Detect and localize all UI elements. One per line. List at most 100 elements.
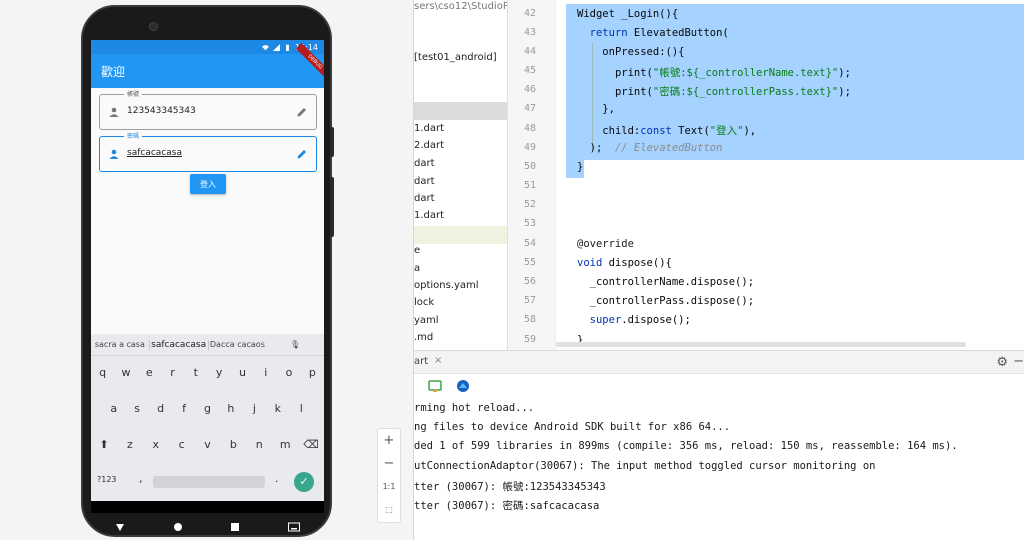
line-gutter: 42 43 44 45 46 47 48 49 50 51 52 53 54 5…	[508, 0, 556, 350]
line-number: 43	[523, 27, 536, 38]
tree-item[interactable]: dart	[414, 158, 435, 169]
tree-item[interactable]: .md	[414, 332, 433, 343]
tree-item[interactable]: 1.dart	[414, 123, 444, 134]
tree-item[interactable]: yaml	[414, 315, 439, 326]
edit-icon[interactable]	[296, 148, 308, 160]
account-value: 123543345343	[127, 106, 196, 116]
key[interactable]: m	[272, 438, 298, 451]
comma-key[interactable]: ,	[139, 472, 143, 485]
devtools-icon[interactable]	[456, 379, 470, 393]
suggestion-strip: sacra a casa safcacacasa Dacca cacaos 🎙	[91, 334, 324, 356]
tree-item[interactable]: dart	[414, 176, 435, 187]
period-key[interactable]: .	[275, 472, 279, 485]
suggestion-item[interactable]: sacra a casa	[91, 340, 149, 349]
key[interactable]: c	[169, 438, 195, 451]
line-number: 51	[523, 180, 536, 191]
key[interactable]: v	[195, 438, 221, 451]
zoom-out-button[interactable]: −	[378, 452, 400, 475]
status-bar: 14:14	[91, 40, 324, 54]
tree-item[interactable]: a	[414, 263, 420, 274]
code-line-55: void dispose(){	[577, 257, 672, 269]
tree-item[interactable]: [test01_android]	[414, 52, 497, 63]
key[interactable]: u	[231, 366, 254, 379]
suggestion-item[interactable]: Dacca cacaos	[209, 340, 267, 349]
soft-keyboard: sacra a casa safcacacasa Dacca cacaos 🎙 …	[91, 334, 324, 501]
zoom-in-button[interactable]: +	[378, 429, 400, 452]
suggestion-item[interactable]: safcacacasa	[148, 339, 209, 350]
key[interactable]: l	[290, 402, 313, 415]
close-icon[interactable]: ×	[434, 355, 442, 366]
key[interactable]: a	[102, 402, 125, 415]
keyboard-icon[interactable]	[288, 522, 301, 532]
key[interactable]: d	[149, 402, 172, 415]
backspace-icon[interactable]: ⌫	[298, 438, 324, 451]
gear-icon[interactable]: ⚙	[996, 355, 1008, 370]
code-line-56: _controllerName.dispose();	[589, 276, 755, 288]
line-number: 54	[523, 238, 536, 249]
fit-screen-icon[interactable]: ⬚	[378, 498, 400, 521]
tree-item[interactable]: e	[414, 245, 420, 256]
hot-reload-icon[interactable]	[428, 379, 442, 393]
editor-horizontal-scrollbar[interactable]	[556, 342, 966, 347]
key[interactable]: i	[254, 366, 277, 379]
key[interactable]: z	[117, 438, 143, 451]
keyboard-bottom	[91, 501, 324, 513]
code-editor[interactable]: Widget _Login(){ return ElevatedButton( …	[556, 0, 1024, 350]
run-console[interactable]: rming hot reload... ng files to device A…	[414, 398, 1024, 540]
key[interactable]: o	[277, 366, 300, 379]
mic-icon[interactable]: 🎙	[266, 340, 324, 349]
system-nav-bar	[91, 513, 324, 540]
key[interactable]: w	[114, 366, 137, 379]
login-button[interactable]: 登入	[190, 174, 226, 194]
key[interactable]: t	[184, 366, 207, 379]
power-button[interactable]	[330, 127, 334, 157]
key[interactable]: x	[143, 438, 169, 451]
minimize-icon[interactable]: −	[1013, 354, 1024, 369]
tree-item[interactable]: lock	[414, 297, 434, 308]
volume-button[interactable]	[330, 177, 334, 237]
symbols-key[interactable]: ?123	[97, 475, 117, 484]
edit-icon[interactable]	[296, 106, 308, 118]
line-number: 55	[523, 257, 536, 268]
phone-frame: 14:14 歡迎 DEBUG 帳號 123543345343 密碼 safcac…	[81, 5, 334, 540]
key[interactable]: j	[243, 402, 266, 415]
key[interactable]: g	[196, 402, 219, 415]
code-line-42: Widget _Login(){	[577, 8, 679, 20]
front-camera	[149, 22, 158, 31]
tree-item[interactable]: 2.dart	[414, 140, 444, 151]
enter-key[interactable]: ✓	[294, 472, 314, 492]
key[interactable]: y	[207, 366, 230, 379]
key[interactable]: b	[220, 438, 246, 451]
space-bar[interactable]	[153, 476, 265, 488]
key[interactable]: n	[246, 438, 272, 451]
account-field[interactable]: 帳號 123543345343	[99, 89, 317, 130]
run-tab[interactable]: art	[414, 356, 428, 367]
key[interactable]: f	[172, 402, 195, 415]
key[interactable]: e	[138, 366, 161, 379]
password-value: safcacacasa	[127, 148, 182, 158]
password-label: 密碼	[124, 131, 143, 140]
key[interactable]: q	[91, 366, 114, 379]
code-line-49: ); // ElevatedButton	[589, 142, 723, 154]
key-row-1: q w e r t y u i o p	[91, 366, 324, 379]
key[interactable]: r	[161, 366, 184, 379]
recents-icon[interactable]	[230, 522, 240, 532]
key[interactable]: h	[219, 402, 242, 415]
key-row-3: ⬆ z x c v b n m ⌫	[91, 438, 324, 451]
account-label: 帳號	[124, 89, 143, 98]
key[interactable]: s	[125, 402, 148, 415]
project-tree: sers\cso12\StudioP [test01_android] 1.da…	[414, 0, 507, 350]
password-field[interactable]: 密碼 safcacacasa	[99, 131, 317, 172]
key[interactable]: k	[266, 402, 289, 415]
tree-item[interactable]: sers\cso12\StudioP	[414, 1, 507, 12]
tree-item[interactable]: 1.dart	[414, 210, 444, 221]
code-line-46: print("密碼:${_controllerPass.text}");	[614, 86, 851, 98]
tree-item[interactable]: options.yaml	[414, 280, 479, 291]
shift-icon[interactable]: ⬆	[91, 438, 117, 451]
key[interactable]: p	[301, 366, 324, 379]
code-line-54: @override	[577, 238, 634, 250]
zoom-actual-button[interactable]: 1:1	[378, 475, 400, 498]
back-icon[interactable]	[115, 522, 125, 532]
home-icon[interactable]	[173, 522, 183, 532]
tree-item[interactable]: dart	[414, 193, 435, 204]
